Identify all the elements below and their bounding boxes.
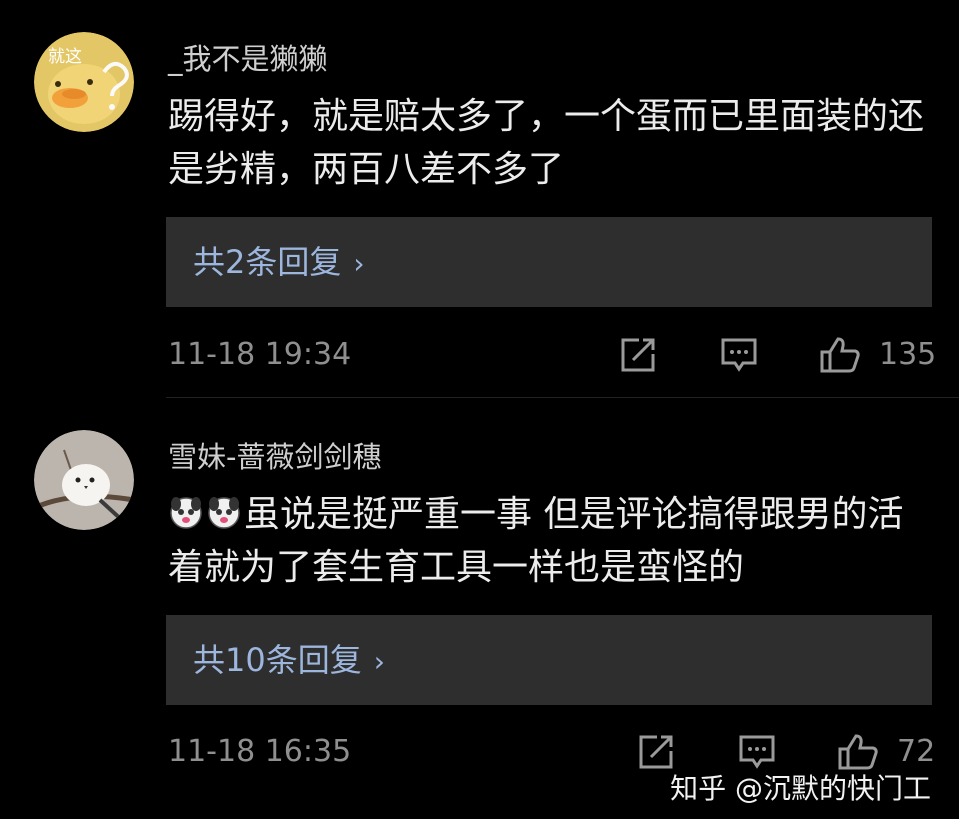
like-icon[interactable] xyxy=(837,734,879,770)
comment-text: 踢得好，就是赔太多了，一个蛋而已里面装的还是劣精，两百八差不多了 xyxy=(168,96,925,190)
avatar-bird[interactable] xyxy=(34,430,134,530)
timestamp: 11-18 16:35 xyxy=(168,734,352,769)
like-count: 135 xyxy=(879,337,937,372)
bird-avatar xyxy=(34,430,134,530)
replies-box[interactable]: 共2条回复 › xyxy=(166,217,932,307)
comment-meta: 11-18 19:34 135 xyxy=(0,335,959,375)
username[interactable]: 雪妹-蔷薇剑剑穗 xyxy=(168,434,381,476)
view-replies-link[interactable]: 共10条回复 › xyxy=(193,615,385,707)
watermark: 知乎 @沉默的快门工 xyxy=(670,772,931,805)
timestamp: 11-18 19:34 xyxy=(168,337,352,372)
comment-icon[interactable] xyxy=(738,734,776,770)
view-replies-link[interactable]: 共2条回复 › xyxy=(193,217,365,309)
avatar-text: 就这 xyxy=(48,47,82,67)
comment-text-row: 虽说是挺严重一事 但是评论搞得跟男的活着就为了套生育工具一样也是蛮怪的 xyxy=(168,488,938,594)
comment-meta: 11-18 16:35 72 xyxy=(0,732,959,772)
replies-box[interactable]: 共10条回复 › xyxy=(166,615,932,705)
like-count: 72 xyxy=(897,734,936,769)
comment-2: 雪妹-蔷薇剑剑穗 虽说是挺严重一事 但是评论搞得跟男的活着就为了套生育工具一样也… xyxy=(0,398,959,819)
replies-label: 共2条回复 xyxy=(193,243,342,281)
replies-label: 共10条回复 xyxy=(193,641,362,679)
avatar-duck[interactable]: 就这 xyxy=(34,32,134,132)
comment-icon[interactable] xyxy=(720,337,758,373)
share-icon[interactable] xyxy=(637,734,675,770)
dog-emoji-icon xyxy=(170,497,202,529)
username[interactable]: _我不是獭獭 xyxy=(168,36,328,78)
chevron-right-icon: › xyxy=(373,645,385,678)
share-icon[interactable] xyxy=(619,337,657,373)
like-icon[interactable] xyxy=(819,337,861,373)
dog-emoji-icon xyxy=(208,497,240,529)
comment-text: 虽说是挺严重一事 但是评论搞得跟男的活着就为了套生育工具一样也是蛮怪的 xyxy=(168,494,904,588)
comment-1: 就这 _我不是獭獭 踢得好，就是赔太多了，一个蛋而已里面装的还是劣精，两百八差不… xyxy=(0,0,959,395)
chevron-right-icon: › xyxy=(353,247,365,280)
